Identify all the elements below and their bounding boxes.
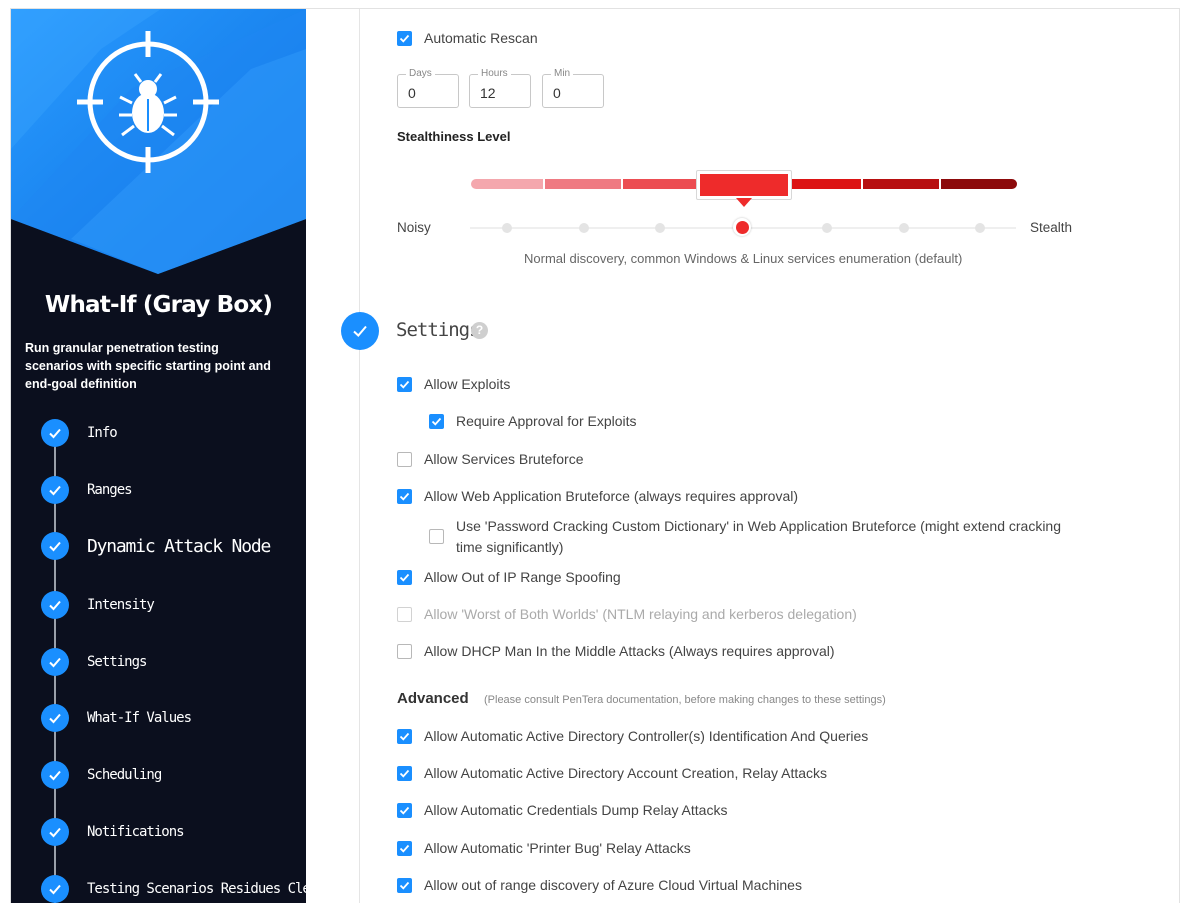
step-settings[interactable]: Settings — [41, 648, 147, 676]
allow-azure-discovery-label: Allow out of range discovery of Azure Cl… — [424, 877, 802, 893]
password-cracking-dictionary-label-cont: time significantly) — [456, 539, 564, 555]
allow-printer-bug-label: Allow Automatic 'Printer Bug' Relay Atta… — [424, 840, 691, 856]
step-label: What-If Values — [87, 710, 192, 726]
stealthiness-heading: Stealthiness Level — [397, 129, 511, 144]
selected-pointer-icon — [736, 198, 752, 207]
rescan-min-field[interactable]: Min 0 — [542, 68, 604, 108]
stealth-level-1[interactable] — [471, 179, 543, 189]
allow-ad-controller-identification-label: Allow Automatic Active Directory Control… — [424, 728, 869, 744]
step-residues-cleanup[interactable]: Testing Scenarios Residues Cleanup — [41, 875, 306, 903]
allow-web-app-bruteforce-checkbox[interactable] — [397, 489, 412, 504]
stealth-noisy-label: Noisy — [397, 220, 431, 235]
field-value: 12 — [480, 85, 496, 101]
allow-credentials-dump-label: Allow Automatic Credentials Dump Relay A… — [424, 802, 728, 818]
stealth-level-2[interactable] — [545, 179, 621, 189]
slider-step-6[interactable] — [899, 223, 909, 233]
allow-worst-of-both-worlds-checkbox — [397, 607, 412, 622]
step-notifications[interactable]: Notifications — [41, 818, 185, 846]
stealth-description: Normal discovery, common Windows & Linux… — [524, 251, 963, 266]
automatic-rescan-checkbox[interactable] — [397, 31, 412, 46]
password-cracking-dictionary-checkbox[interactable] — [429, 529, 444, 544]
allow-ad-account-creation-checkbox[interactable] — [397, 766, 412, 781]
step-intensity[interactable]: Intensity — [41, 591, 155, 619]
allow-azure-discovery-checkbox[interactable] — [397, 878, 412, 893]
allow-worst-of-both-worlds-label: Allow 'Worst of Both Worlds' (NTLM relay… — [424, 606, 857, 622]
allow-out-of-range-spoofing-label: Allow Out of IP Range Spoofing — [424, 569, 621, 585]
wizard-window: What-If (Gray Box) Run granular penetrat… — [10, 8, 1180, 903]
step-label: Testing Scenarios Residues Cleanup — [87, 881, 306, 897]
advanced-heading: Advanced — [397, 690, 469, 707]
stealth-level-7[interactable] — [941, 179, 1017, 189]
field-label: Days — [406, 68, 435, 79]
slider-step-7[interactable] — [975, 223, 985, 233]
check-icon — [41, 419, 69, 447]
step-label: Intensity — [87, 597, 155, 613]
check-icon — [41, 761, 69, 789]
allow-out-of-range-spoofing-checkbox[interactable] — [397, 570, 412, 585]
step-label: Settings — [87, 654, 147, 670]
check-icon — [41, 704, 69, 732]
wizard-content: Automatic Rescan Days 0 Hours 12 Min 0 S… — [307, 9, 1179, 903]
help-icon[interactable]: ? — [471, 322, 488, 339]
settings-title: Settings — [396, 319, 481, 341]
step-ranges[interactable]: Ranges — [41, 476, 133, 504]
settings-section-check-icon — [341, 312, 379, 350]
step-label: Scheduling — [87, 767, 162, 783]
stealth-level-6[interactable] — [863, 179, 939, 189]
rescan-hours-field[interactable]: Hours 12 — [469, 68, 531, 108]
require-approval-exploits-label: Require Approval for Exploits — [456, 413, 637, 429]
step-info[interactable]: Info — [41, 419, 118, 447]
slider-thumb[interactable] — [733, 218, 751, 236]
step-label: Info — [87, 425, 118, 441]
allow-web-app-bruteforce-label: Allow Web Application Bruteforce (always… — [424, 488, 799, 504]
check-icon — [41, 591, 69, 619]
check-icon — [41, 532, 69, 560]
check-icon — [41, 648, 69, 676]
allow-printer-bug-checkbox[interactable] — [397, 841, 412, 856]
wizard-sidebar: What-If (Gray Box) Run granular penetrat… — [11, 9, 306, 903]
field-value: 0 — [408, 85, 416, 101]
step-dynamic-attack-node[interactable]: Dynamic Attack Node — [41, 532, 271, 560]
wizard-steps: Info Ranges Dynamic Attack Node Intensit… — [11, 9, 306, 903]
allow-ad-controller-identification-checkbox[interactable] — [397, 729, 412, 744]
check-icon — [41, 476, 69, 504]
automatic-rescan-label: Automatic Rescan — [424, 30, 538, 46]
stealth-level-4-selected[interactable] — [696, 170, 792, 200]
step-what-if-values[interactable]: What-If Values — [41, 704, 192, 732]
slider-step-3[interactable] — [655, 223, 665, 233]
slider-step-2[interactable] — [579, 223, 589, 233]
slider-step-5[interactable] — [822, 223, 832, 233]
advanced-note: (Please consult PenTera documentation, b… — [484, 694, 886, 706]
stealth-level-3[interactable] — [623, 179, 697, 189]
step-scheduling[interactable]: Scheduling — [41, 761, 162, 789]
field-value: 0 — [553, 85, 561, 101]
stealth-stealth-label: Stealth — [1030, 220, 1073, 235]
rescan-days-field[interactable]: Days 0 — [397, 68, 459, 108]
allow-ad-account-creation-label: Allow Automatic Active Directory Account… — [424, 765, 828, 781]
field-label: Min — [551, 68, 574, 79]
step-label: Ranges — [87, 482, 133, 498]
allow-dhcp-mitm-checkbox[interactable] — [397, 644, 412, 659]
section-divider — [359, 9, 360, 903]
slider-step-1[interactable] — [502, 223, 512, 233]
allow-services-bruteforce-checkbox[interactable] — [397, 452, 412, 467]
step-label: Notifications — [87, 824, 185, 840]
check-icon — [41, 875, 69, 903]
allow-services-bruteforce-label: Allow Services Bruteforce — [424, 451, 584, 467]
allow-exploits-checkbox[interactable] — [397, 377, 412, 392]
require-approval-exploits-checkbox[interactable] — [429, 414, 444, 429]
password-cracking-dictionary-label: Use 'Password Cracking Custom Dictionary… — [456, 518, 1062, 534]
check-icon — [41, 818, 69, 846]
allow-credentials-dump-checkbox[interactable] — [397, 803, 412, 818]
allow-exploits-label: Allow Exploits — [424, 376, 511, 392]
field-label: Hours — [478, 68, 511, 79]
allow-dhcp-mitm-label: Allow DHCP Man In the Middle Attacks (Al… — [424, 643, 835, 659]
stealth-level-5[interactable] — [789, 179, 861, 189]
step-label: Dynamic Attack Node — [87, 535, 271, 557]
